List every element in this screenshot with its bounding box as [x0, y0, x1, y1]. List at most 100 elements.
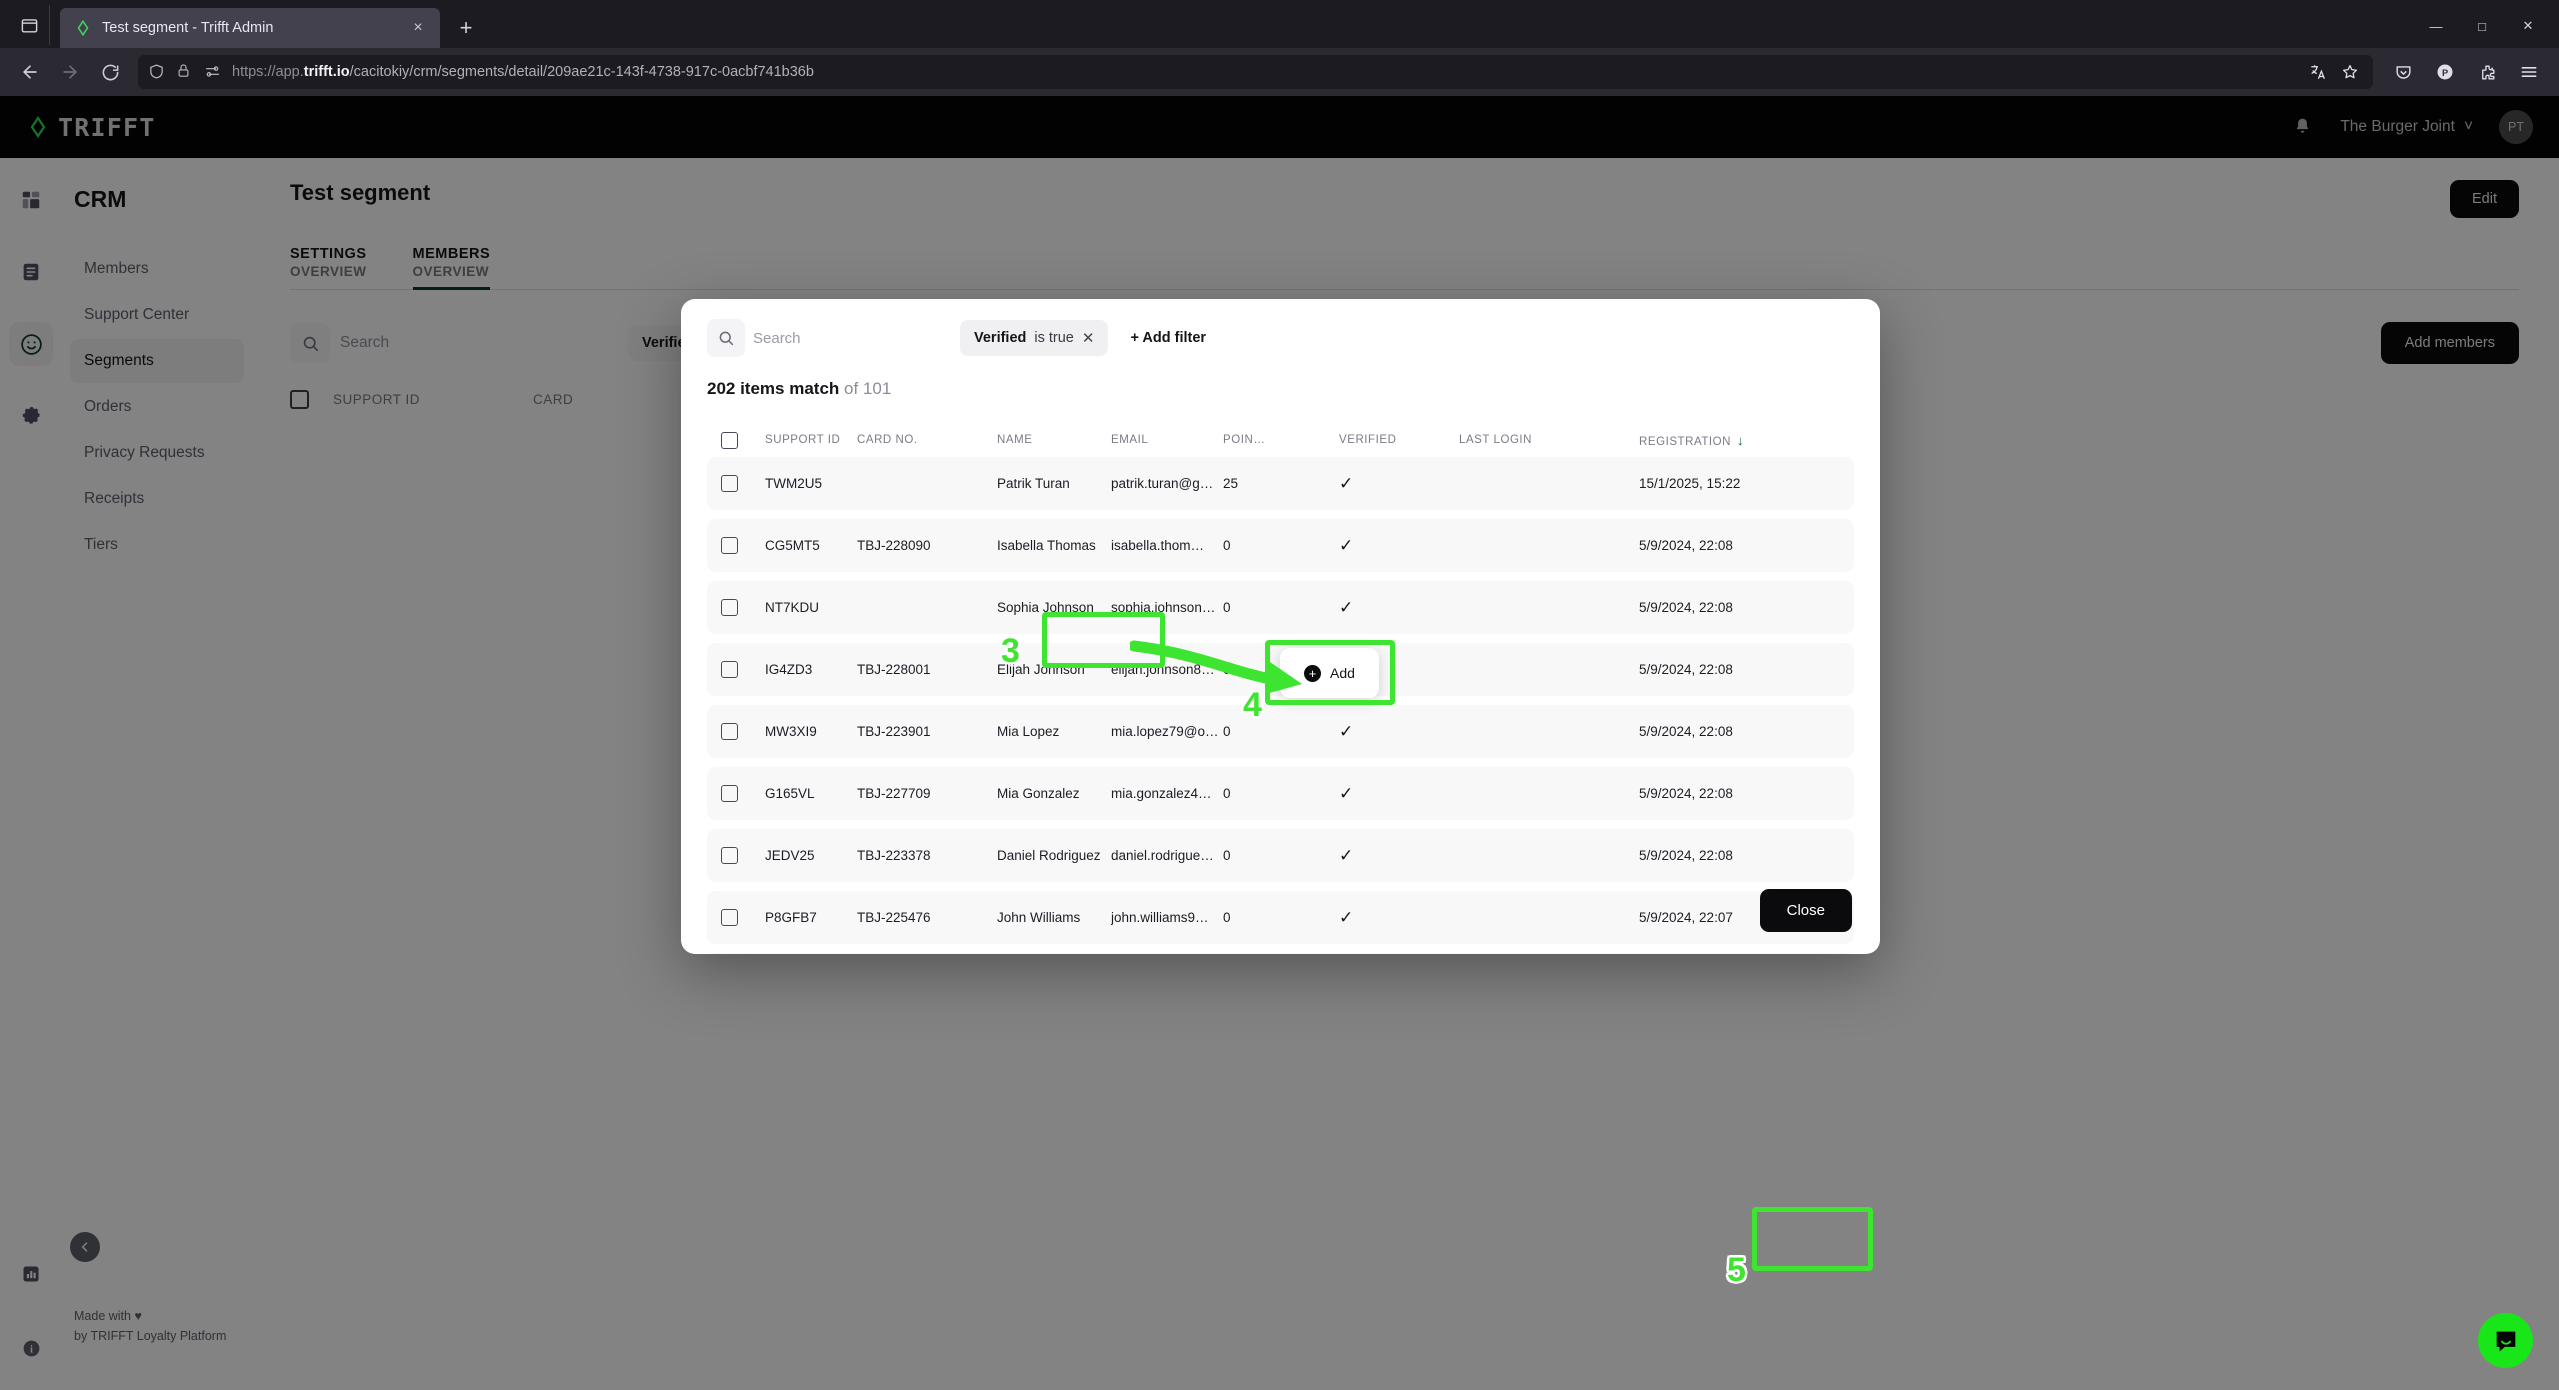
column-verified[interactable]: VERIFIED	[1339, 434, 1459, 446]
cell-verified: ✓	[1339, 721, 1354, 741]
cell-registration: 5/9/2024, 22:08	[1639, 600, 1733, 615]
chat-bubble-icon[interactable]	[2478, 1313, 2533, 1368]
column-registration[interactable]: REGISTRATION↓	[1639, 433, 1854, 448]
table-row[interactable]: 336DKP TBJ-224534 Ava Rodriguez ava.rodr…	[707, 953, 1854, 954]
reload-icon[interactable]	[92, 54, 128, 90]
cell-registration: 5/9/2024, 22:08	[1639, 662, 1733, 677]
close-icon[interactable]: ×	[406, 16, 430, 40]
modal-search-input[interactable]	[753, 329, 938, 347]
cell-support-id: CG5MT5	[765, 538, 820, 553]
cell-verified: ✓	[1339, 535, 1354, 555]
remove-filter-icon[interactable]: ✕	[1082, 329, 1095, 347]
modal-search[interactable]	[707, 319, 938, 357]
search-icon	[707, 319, 745, 357]
extensions-icon[interactable]	[2469, 54, 2505, 90]
cell-support-id: IG4ZD3	[765, 662, 813, 677]
cell-verified: ✓	[1339, 597, 1354, 617]
cell-support-id: P8GFB7	[765, 910, 817, 925]
browser-tab[interactable]: Test segment - Trifft Admin ×	[60, 8, 440, 48]
table-row[interactable]: TWM2U5 Patrik Turan patrik.turan@g… 25 ✓…	[707, 457, 1854, 510]
minimize-icon[interactable]: —	[2413, 8, 2459, 44]
cell-email: john.williams9…	[1111, 910, 1209, 925]
cell-name: Daniel Rodriguez	[997, 848, 1101, 863]
cell-card-no: TBJ-228001	[857, 662, 931, 677]
cell-verified: ✓	[1339, 907, 1354, 927]
cell-points: 0	[1223, 724, 1231, 739]
row-checkbox[interactable]	[707, 723, 765, 740]
app-menu-icon[interactable]	[2511, 54, 2547, 90]
window-controls: — □ ✕	[2413, 8, 2551, 44]
cell-points: 0	[1223, 600, 1231, 615]
shield-icon[interactable]	[148, 63, 166, 81]
row-checkbox[interactable]	[707, 661, 765, 678]
browser-toolbar: https://app.trifft.io/cacitokiy/crm/segm…	[0, 48, 2559, 96]
row-checkbox[interactable]	[707, 537, 765, 554]
row-checkbox[interactable]	[707, 785, 765, 802]
cell-verified: ✓	[1339, 845, 1354, 865]
table-row[interactable]: MW3XI9 TBJ-223901 Mia Lopez mia.lopez79@…	[707, 705, 1854, 758]
cell-registration: 5/9/2024, 22:08	[1639, 786, 1733, 801]
bookmark-star-icon[interactable]	[2341, 63, 2359, 81]
row-checkbox[interactable]	[707, 847, 765, 864]
table-row[interactable]: JEDV25 TBJ-223378 Daniel Rodriguez danie…	[707, 829, 1854, 882]
cell-name: Mia Gonzalez	[997, 786, 1080, 801]
annotation-box-add-button	[1265, 640, 1395, 705]
toolbar-right-icons: P	[2385, 54, 2547, 90]
column-points[interactable]: POIN…	[1223, 434, 1339, 446]
match-count: 202 items match of 101	[681, 357, 1880, 399]
tab-list-button[interactable]	[10, 5, 50, 45]
cell-email: mia.lopez79@o…	[1111, 724, 1219, 739]
column-name[interactable]: NAME	[997, 434, 1111, 446]
select-all-checkbox[interactable]	[707, 431, 765, 449]
column-last-login[interactable]: LAST LOGIN	[1459, 434, 1639, 446]
back-icon[interactable]	[12, 54, 48, 90]
cell-support-id: NT7KDU	[765, 600, 820, 615]
maximize-icon[interactable]: □	[2459, 8, 2505, 44]
forward-icon	[52, 54, 88, 90]
cell-support-id: JEDV25	[765, 848, 815, 863]
modal-footer: Close	[1759, 889, 1852, 932]
table-row[interactable]: G165VL TBJ-227709 Mia Gonzalez mia.gonza…	[707, 767, 1854, 820]
url-text: https://app.trifft.io/cacitokiy/crm/segm…	[232, 64, 814, 80]
account-icon[interactable]: P	[2427, 54, 2463, 90]
row-checkbox[interactable]	[707, 599, 765, 616]
translate-icon[interactable]	[2309, 63, 2327, 81]
row-checkbox[interactable]	[707, 475, 765, 492]
column-email[interactable]: EMAIL	[1111, 434, 1223, 446]
column-support-id[interactable]: SUPPORT ID	[765, 434, 857, 446]
match-count-value: 202 items match	[707, 379, 840, 398]
cell-registration: 5/9/2024, 22:08	[1639, 724, 1733, 739]
browser-window: Test segment - Trifft Admin × + — □ ✕ ht…	[0, 0, 2559, 1390]
url-bar[interactable]: https://app.trifft.io/cacitokiy/crm/segm…	[138, 55, 2373, 89]
table-row[interactable]: CG5MT5 TBJ-228090 Isabella Thomas isabel…	[707, 519, 1854, 572]
modal-filter-chip[interactable]: Verified is true ✕	[960, 320, 1109, 356]
lock-icon[interactable]	[176, 63, 194, 81]
cell-points: 0	[1223, 538, 1231, 553]
cell-card-no: TBJ-228090	[857, 538, 931, 553]
cell-points: 0	[1223, 786, 1231, 801]
close-button[interactable]: Close	[1759, 889, 1852, 932]
column-card-no[interactable]: CARD NO.	[857, 434, 997, 446]
trifft-logo-icon	[74, 19, 92, 37]
cell-points: 25	[1223, 476, 1239, 491]
cell-email: isabella.thom…	[1111, 538, 1205, 553]
table-header-row: SUPPORT ID CARD NO. NAME EMAIL POIN… VER…	[707, 423, 1854, 457]
cell-points: 0	[1223, 848, 1231, 863]
add-filter-button[interactable]: + Add filter	[1130, 330, 1206, 346]
row-checkbox[interactable]	[707, 909, 765, 926]
cell-name: Patrik Turan	[997, 476, 1070, 491]
window-close-icon[interactable]: ✕	[2505, 8, 2551, 44]
pocket-icon[interactable]	[2385, 54, 2421, 90]
cell-email: daniel.rodrigue…	[1111, 848, 1214, 863]
cell-card-no: TBJ-227709	[857, 786, 931, 801]
modal-filter-operator: is true	[1034, 330, 1074, 346]
application: TRIFFT The Burger Joint ˅ PT i CRM Membe…	[0, 96, 2559, 1390]
table-row[interactable]: P8GFB7 TBJ-225476 John Williams john.wil…	[707, 891, 1854, 944]
new-tab-button[interactable]: +	[448, 10, 484, 46]
cell-email: patrik.turan@g…	[1111, 476, 1214, 491]
table-row[interactable]: NT7KDU Sophia Johnson sophia.johnson… 0 …	[707, 581, 1854, 634]
reader-settings-icon[interactable]	[204, 63, 222, 81]
cell-card-no: TBJ-223901	[857, 724, 931, 739]
annotation-step-5: 5	[1727, 1251, 1746, 1289]
cell-card-no: TBJ-225476	[857, 910, 931, 925]
